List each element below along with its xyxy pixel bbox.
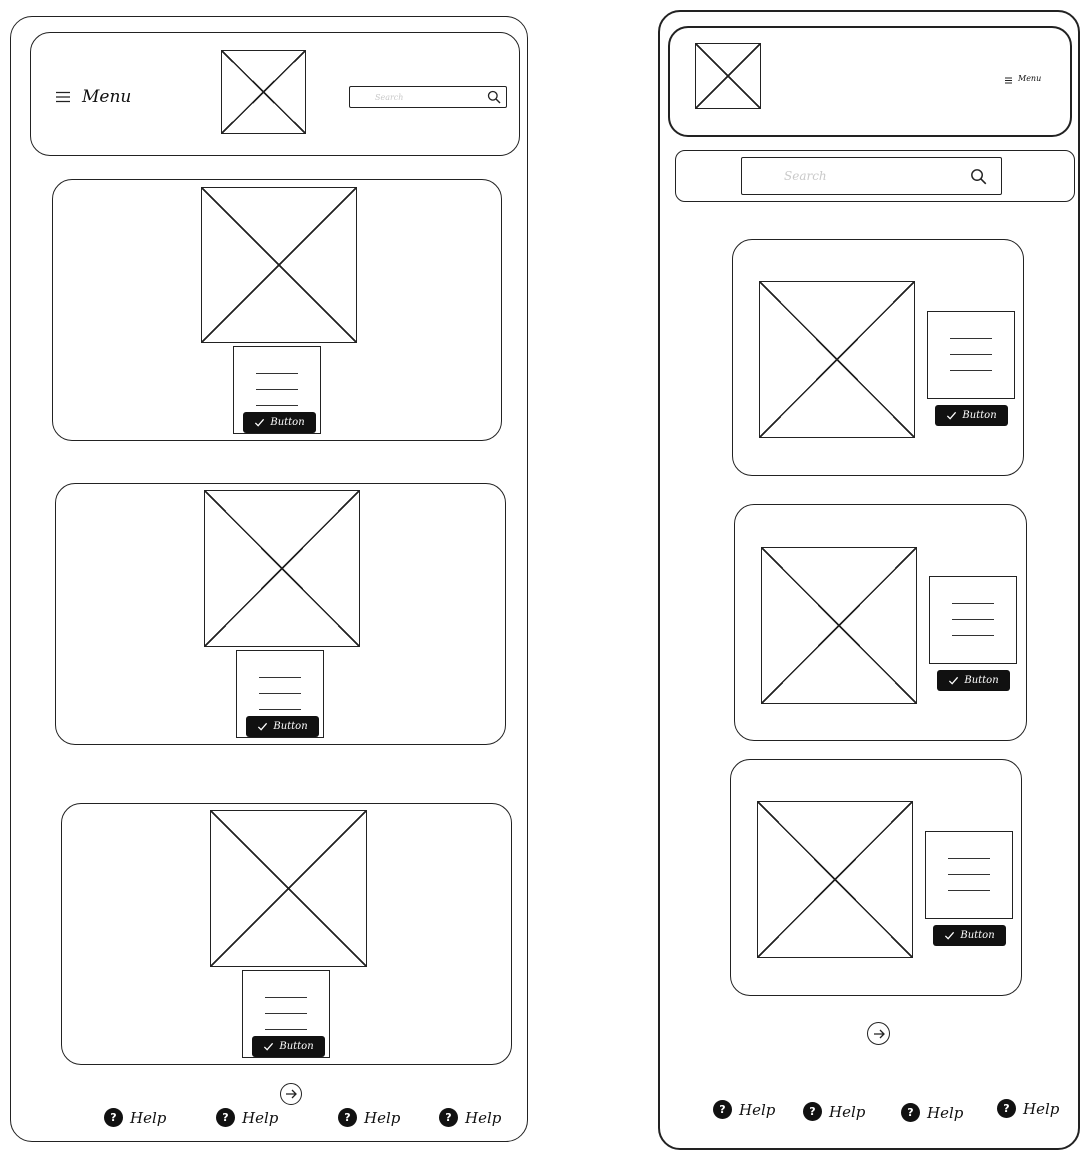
tablet-search-input[interactable]: Search [741, 157, 1002, 195]
arrow-right-icon [286, 1089, 297, 1099]
help-icon: ? [901, 1103, 920, 1122]
help-label: Help [364, 1108, 401, 1127]
mobile-card-3-button[interactable]: Button [252, 1036, 325, 1057]
help-icon: ? [338, 1108, 357, 1127]
mobile-card-1-image [201, 187, 357, 343]
mobile-menu-button[interactable]: Menu [56, 84, 136, 110]
mobile-help-link-2[interactable]: ? Help [216, 1108, 278, 1127]
help-label: Help [1023, 1099, 1060, 1118]
tablet-card-3-text-block [925, 831, 1013, 919]
check-icon [255, 418, 265, 427]
hamburger-icon [56, 88, 70, 107]
help-label: Help [465, 1108, 502, 1127]
mobile-next-arrow-button[interactable] [280, 1083, 302, 1105]
tablet-card-1-text-block [927, 311, 1015, 399]
tablet-help-link-2[interactable]: ? Help [803, 1102, 865, 1121]
tablet-card-3-image [757, 801, 913, 958]
mobile-card-1-button[interactable]: Button [243, 412, 316, 433]
menu-label: Menu [1018, 74, 1042, 83]
tablet-help-link-4[interactable]: ? Help [997, 1099, 1059, 1118]
tablet-card-2-text-block [929, 576, 1017, 664]
mobile-help-link-1[interactable]: ? Help [104, 1108, 166, 1127]
help-icon: ? [104, 1108, 123, 1127]
mobile-help-link-3[interactable]: ? Help [338, 1108, 400, 1127]
help-icon: ? [216, 1108, 235, 1127]
tablet-card-2-button[interactable]: Button [937, 670, 1010, 691]
help-icon: ? [439, 1108, 458, 1127]
search-icon[interactable] [970, 168, 987, 188]
button-label: Button [279, 1041, 314, 1052]
button-label: Button [273, 721, 308, 732]
check-icon [264, 1042, 274, 1051]
tablet-card-1-image [759, 281, 915, 438]
search-placeholder: Search [784, 169, 827, 183]
tablet-help-link-1[interactable]: ? Help [713, 1100, 775, 1119]
hamburger-icon [1005, 69, 1012, 88]
check-icon [947, 411, 957, 420]
tablet-card-2-image [761, 547, 917, 704]
mobile-card-2-button[interactable]: Button [246, 716, 319, 737]
menu-label: Menu [82, 87, 132, 107]
help-label: Help [130, 1108, 167, 1127]
button-label: Button [960, 930, 995, 941]
tablet-card-3-button[interactable]: Button [933, 925, 1006, 946]
tablet-logo-placeholder [695, 43, 761, 109]
mobile-help-link-4[interactable]: ? Help [439, 1108, 501, 1127]
help-label: Help [242, 1108, 279, 1127]
tablet-card-1-button[interactable]: Button [935, 405, 1008, 426]
tablet-menu-button[interactable]: Menu [1005, 72, 1047, 85]
help-label: Help [739, 1100, 776, 1119]
check-icon [258, 722, 268, 731]
help-label: Help [829, 1102, 866, 1121]
button-label: Button [270, 417, 305, 428]
button-label: Button [964, 675, 999, 686]
mobile-search-input[interactable]: Search [349, 86, 507, 108]
help-icon: ? [713, 1100, 732, 1119]
check-icon [949, 676, 959, 685]
tablet-next-arrow-button[interactable] [867, 1022, 890, 1045]
help-icon: ? [803, 1102, 822, 1121]
search-placeholder: Search [375, 92, 404, 102]
mobile-logo-placeholder [221, 50, 306, 134]
mobile-card-2-image [204, 490, 360, 647]
button-label: Button [962, 410, 997, 421]
mobile-card-3-image [210, 810, 367, 967]
help-label: Help [927, 1103, 964, 1122]
search-icon[interactable] [487, 90, 501, 106]
tablet-help-link-3[interactable]: ? Help [901, 1103, 963, 1122]
arrow-right-icon [873, 1029, 885, 1038]
help-icon: ? [997, 1099, 1016, 1118]
check-icon [945, 931, 955, 940]
